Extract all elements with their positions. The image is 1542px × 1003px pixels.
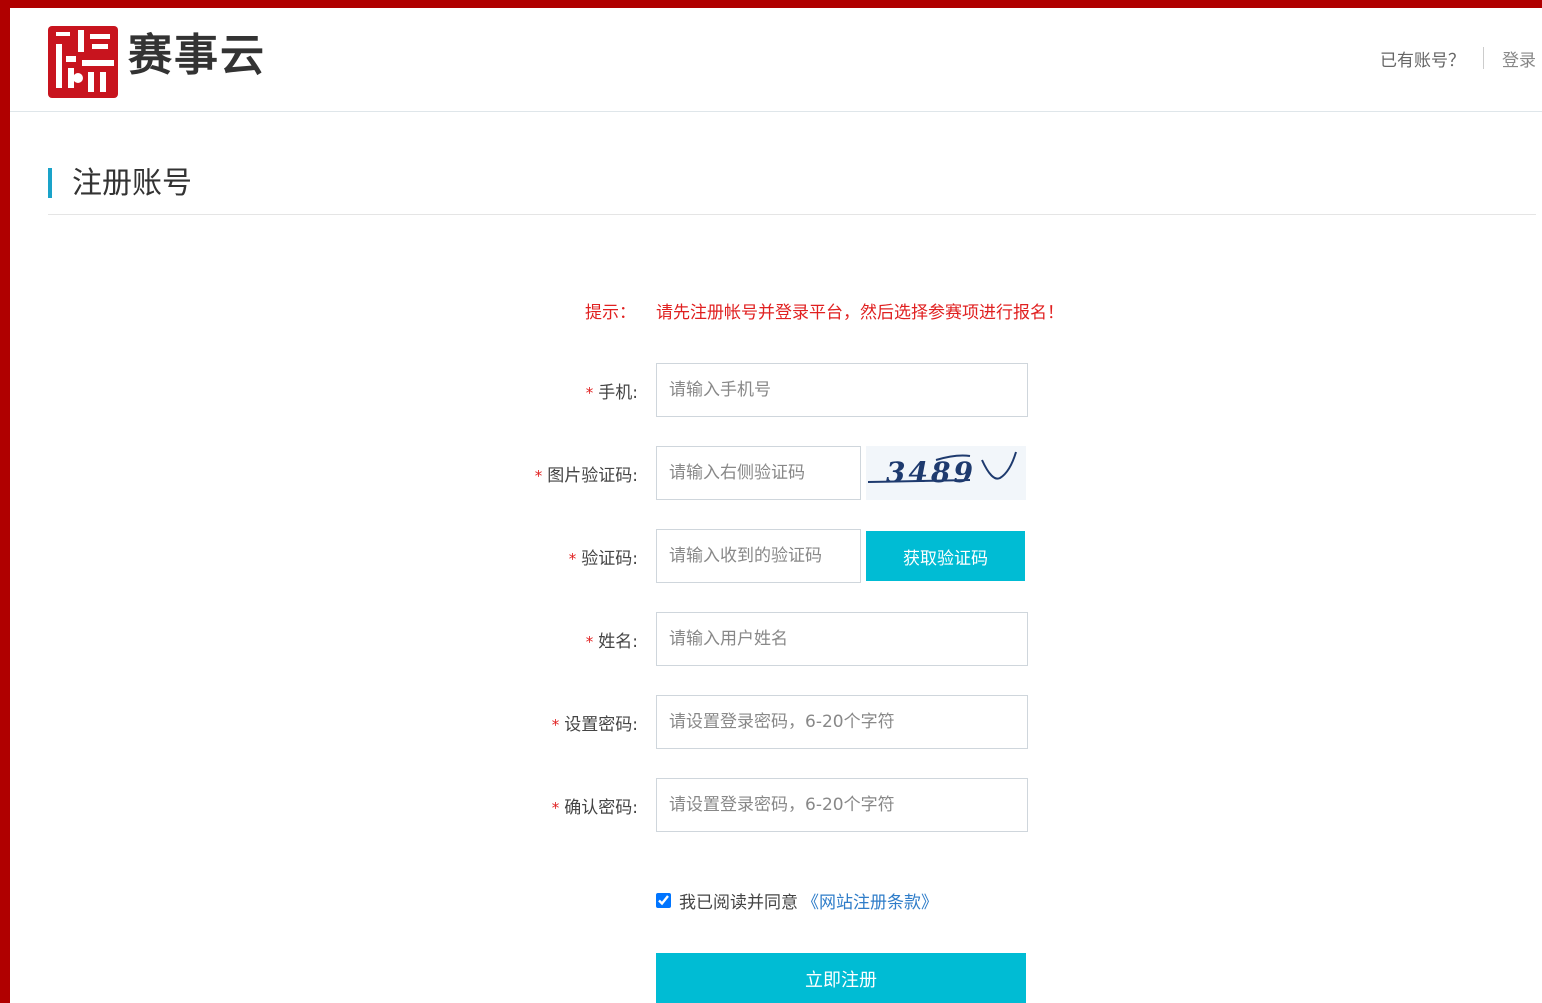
- name-label-text: 姓名:: [598, 632, 638, 652]
- agreement-row: 我已阅读并同意 《网站注册条款》: [656, 888, 938, 913]
- section-header: 注册账号: [48, 164, 1536, 215]
- nav-divider: [1483, 47, 1484, 69]
- logo-text: 赛事云: [128, 30, 266, 81]
- agreement-checkbox[interactable]: [656, 893, 671, 908]
- have-account-text: 已有账号？: [1380, 50, 1465, 71]
- phone-label-text: 手机:: [598, 383, 638, 403]
- captcha-text: 3489: [886, 456, 976, 489]
- sms-code-input[interactable]: [656, 529, 861, 583]
- image-code-label: * 图片验证码:: [535, 461, 638, 486]
- required-mark: *: [534, 467, 543, 485]
- required-mark: *: [551, 799, 560, 817]
- confirm-password-label-text: 确认密码:: [564, 798, 638, 818]
- phone-label: * 手机:: [586, 378, 638, 403]
- confirm-password-label: * 确认密码:: [552, 793, 638, 818]
- logo-seal-icon: [48, 26, 118, 98]
- password-label-text: 设置密码:: [564, 715, 638, 735]
- account-nav: 已有账号？ 登录: [1380, 46, 1536, 71]
- confirm-password-input[interactable]: [656, 778, 1028, 832]
- required-mark: *: [568, 550, 577, 568]
- image-code-input[interactable]: [656, 446, 861, 500]
- sms-code-label: * 验证码:: [569, 544, 638, 569]
- image-code-label-text: 图片验证码:: [547, 466, 638, 486]
- section-accent-bar: [48, 168, 52, 198]
- page-frame: 赛事云 已有账号？ 登录 注册账号 提示： 请先注册帐号并登录平台，然后选择参赛…: [10, 8, 1542, 1003]
- tip-text: 请先注册帐号并登录平台，然后选择参赛项进行报名！: [656, 303, 1064, 323]
- password-label: * 设置密码:: [552, 710, 638, 735]
- get-code-button[interactable]: 获取验证码: [866, 531, 1025, 581]
- password-input[interactable]: [656, 695, 1028, 749]
- required-mark: *: [585, 633, 594, 651]
- tip-label: 提示：: [585, 303, 636, 323]
- site-header: 赛事云 已有账号？ 登录: [10, 8, 1542, 112]
- captcha-image[interactable]: 3489: [866, 446, 1026, 500]
- page-title: 注册账号: [72, 166, 192, 201]
- register-button[interactable]: 立即注册: [656, 953, 1026, 1003]
- phone-input[interactable]: [656, 363, 1028, 417]
- required-mark: *: [585, 384, 594, 402]
- required-mark: *: [551, 716, 560, 734]
- name-label: * 姓名:: [586, 627, 638, 652]
- agreement-text: 我已阅读并同意: [679, 893, 798, 913]
- terms-link[interactable]: 《网站注册条款》: [802, 888, 938, 913]
- login-link[interactable]: 登录: [1502, 46, 1536, 71]
- name-input[interactable]: [656, 612, 1028, 666]
- sms-code-label-text: 验证码:: [581, 549, 638, 569]
